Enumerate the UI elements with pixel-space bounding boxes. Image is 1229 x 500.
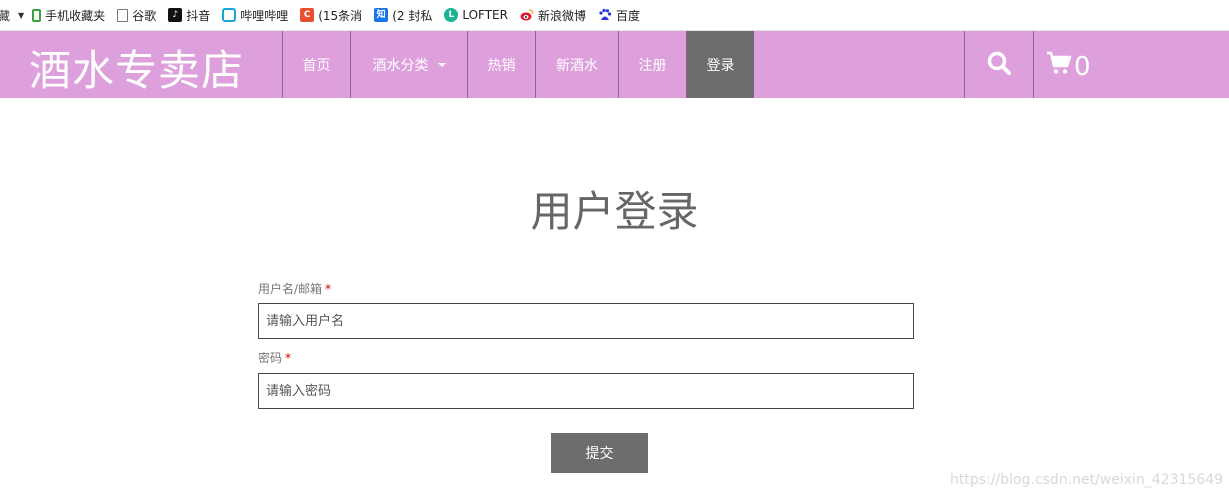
submit-button[interactable]: 提交 (551, 433, 648, 473)
bookmark-folder-item[interactable]: 藏 (0, 7, 10, 24)
header-actions: 0 (964, 31, 1103, 98)
nav-hot[interactable]: 热销 (467, 31, 535, 98)
username-label-text: 用户名/邮箱 (258, 282, 323, 296)
password-label-text: 密码 (258, 351, 283, 365)
bookmark-csdn[interactable]: C (15条消 (300, 7, 362, 24)
lofter-icon: L (444, 8, 459, 22)
site-header: 酒水专卖店 首页 酒水分类 热销 新酒水 注册 登录 0 (0, 31, 1229, 98)
bookmark-label: 百度 (616, 8, 641, 23)
chevron-down-icon[interactable]: ▼ (18, 11, 24, 20)
search-button[interactable] (964, 31, 1033, 98)
bookmark-weibo[interactable]: 新浪微博 (519, 7, 586, 24)
zhihu-icon: 知 (374, 8, 389, 22)
username-label: 用户名/邮箱 * (258, 280, 331, 297)
caret-down-icon (437, 62, 446, 67)
bookmark-label: 手机收藏夹 (45, 8, 106, 23)
bookmark-label: (2 封私 (392, 8, 433, 23)
required-mark: * (325, 282, 332, 296)
nav-login[interactable]: 登录 (686, 31, 754, 98)
cart-count: 0 (1074, 51, 1091, 82)
bilibili-icon (222, 8, 237, 22)
nav-label: 首页 (302, 57, 331, 74)
bookmark-bilibili[interactable]: 哔哩哔哩 (222, 7, 288, 24)
site-logo[interactable]: 酒水专卖店 (29, 37, 244, 98)
nav-label: 酒水分类 (372, 57, 429, 74)
bookmark-label: (15条消 (318, 8, 363, 23)
bookmark-google[interactable]: 谷歌 (117, 7, 156, 24)
nav-label: 注册 (638, 57, 667, 74)
bookmark-label: LOFTER (462, 8, 508, 22)
cart-button[interactable]: 0 (1033, 31, 1103, 98)
bookmark-tiktok[interactable]: ♪ 抖音 (168, 7, 210, 24)
username-input[interactable] (258, 303, 914, 339)
document-icon (117, 8, 129, 22)
cart-icon (1046, 50, 1072, 80)
page-title: 用户登录 (530, 187, 699, 236)
main-nav: 首页 酒水分类 热销 新酒水 注册 登录 (282, 31, 754, 98)
baidu-icon (598, 8, 612, 22)
bookmark-zhihu[interactable]: 知 (2 封私 (374, 7, 432, 24)
bookmark-label: 哔哩哔哩 (240, 8, 289, 23)
watermark: https://blog.csdn.net/weixin_42315649 (950, 472, 1224, 488)
bookmark-folder-label: 藏 (0, 8, 11, 23)
weibo-icon (519, 8, 534, 22)
bookmark-label: 抖音 (186, 8, 211, 23)
bookmark-phone[interactable]: 手机收藏夹 (32, 7, 105, 24)
bookmark-label: 新浪微博 (537, 8, 586, 23)
tiktok-icon: ♪ (168, 8, 183, 22)
bookmark-lofter[interactable]: L LOFTER (444, 8, 508, 22)
nav-category-dropdown[interactable]: 酒水分类 (350, 31, 467, 98)
required-mark: * (285, 351, 292, 365)
password-input[interactable] (258, 373, 914, 409)
search-icon (986, 50, 1012, 80)
nav-label: 新酒水 (556, 57, 598, 74)
bookmark-baidu[interactable]: 百度 (598, 7, 640, 24)
csdn-icon: C (300, 8, 315, 22)
nav-new[interactable]: 新酒水 (535, 31, 618, 98)
bookmarks-bar: 藏 ▼ 手机收藏夹 谷歌 ♪ 抖音 哔哩哔哩 C (15条消 知 (2 封私 L… (0, 0, 1229, 31)
nav-home[interactable]: 首页 (282, 31, 350, 98)
bookmark-label: 谷歌 (132, 8, 157, 23)
nav-label: 登录 (706, 57, 735, 74)
nav-register[interactable]: 注册 (618, 31, 686, 98)
nav-label: 热销 (487, 57, 516, 74)
phone-icon (32, 8, 42, 22)
password-label: 密码 * (258, 349, 291, 366)
